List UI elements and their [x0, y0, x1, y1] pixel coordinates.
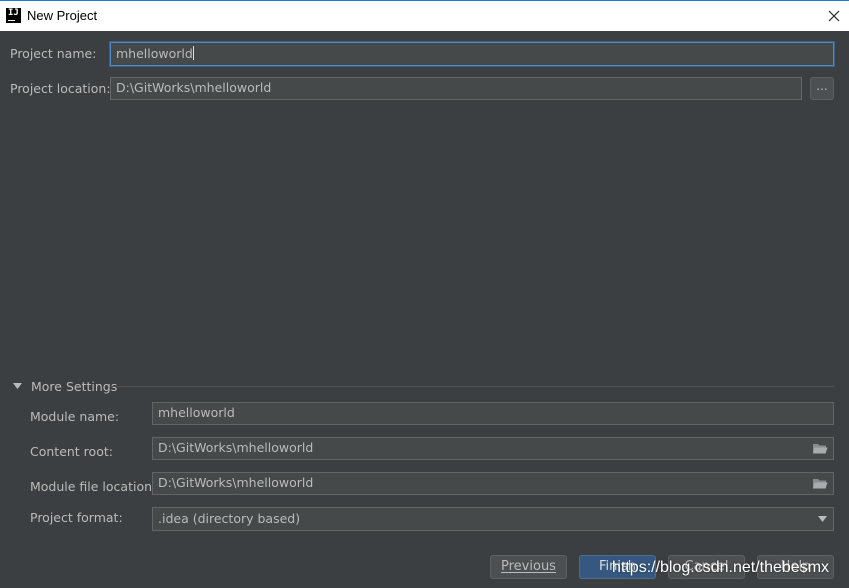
- window-title: New Project: [27, 8, 98, 23]
- project-format-label: Project format:: [30, 510, 123, 525]
- folder-icon[interactable]: [812, 477, 828, 490]
- project-location-label: Project location:: [10, 81, 111, 96]
- folder-icon[interactable]: [812, 442, 828, 455]
- previous-button[interactable]: Previous: [490, 555, 567, 579]
- title-bar: IJ New Project: [0, 0, 849, 31]
- intellij-app-icon: IJ: [6, 8, 21, 23]
- content-root-input[interactable]: D:\GitWorks\mhelloworld: [152, 437, 834, 460]
- chevron-down-icon: [818, 516, 827, 522]
- module-name-label: Module name:: [30, 409, 120, 424]
- watermark: https://blog.csdn.net/thebesmx: [612, 559, 830, 576]
- project-location-value: D:\GitWorks\mhelloworld: [116, 80, 272, 95]
- project-name-value: mhelloworld: [116, 46, 193, 61]
- more-settings-toggle[interactable]: More Settings: [13, 379, 834, 395]
- project-format-value: .idea (directory based): [158, 511, 301, 526]
- module-name-value: mhelloworld: [158, 405, 235, 420]
- text-caret: [192, 46, 194, 60]
- content-root-value: D:\GitWorks\mhelloworld: [158, 440, 314, 455]
- module-file-location-input[interactable]: D:\GitWorks\mhelloworld: [152, 472, 834, 495]
- project-name-label: Project name:: [10, 46, 97, 61]
- module-file-location-label: Module file location:: [30, 479, 157, 494]
- browse-location-button[interactable]: ...: [810, 77, 834, 100]
- module-name-input[interactable]: mhelloworld: [152, 402, 834, 425]
- content-root-label: Content root:: [30, 444, 113, 459]
- close-button[interactable]: [819, 1, 849, 31]
- section-divider: [111, 386, 834, 387]
- project-name-input[interactable]: mhelloworld: [110, 42, 834, 66]
- more-settings-title: More Settings: [31, 379, 118, 394]
- previous-button-label: Previous: [501, 559, 556, 574]
- project-location-input[interactable]: D:\GitWorks\mhelloworld: [110, 77, 802, 100]
- module-file-location-value: D:\GitWorks\mhelloworld: [158, 475, 314, 490]
- expand-triangle-icon: [13, 383, 22, 389]
- project-format-select[interactable]: .idea (directory based): [152, 507, 834, 531]
- close-icon: [828, 10, 840, 22]
